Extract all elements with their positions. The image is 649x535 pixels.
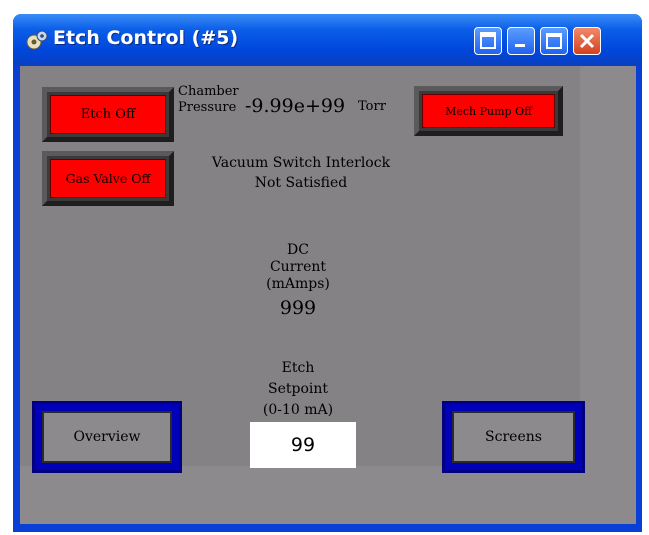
overview-button[interactable]: Overview: [32, 401, 182, 473]
dc-current-label: DC Current (mAmps): [266, 242, 330, 292]
chamber-pressure-label: Chamber Pressure: [178, 84, 239, 115]
chamber-pressure-value: -9.99e+99: [245, 95, 346, 117]
vacuum-interlock-status: Vacuum Switch Interlock Not Satisfied: [211, 155, 391, 191]
app-window: Etch Control (#5) Etch Off Gas Valve Off…: [13, 14, 642, 532]
maximize-button[interactable]: [540, 27, 568, 55]
etch-setpoint-label: Etch Setpoint (0-10 mA): [262, 360, 334, 418]
close-button[interactable]: [573, 27, 601, 55]
overview-label: Overview: [42, 411, 172, 463]
etch-off-label: Etch Off: [50, 95, 166, 134]
close-icon: [579, 33, 595, 49]
mech-pump-off-button[interactable]: Mech Pump Off: [414, 86, 563, 136]
control-panel: Etch Off Gas Valve Off Mech Pump Off Cha…: [20, 66, 585, 473]
gas-valve-off-button[interactable]: Gas Valve Off: [42, 151, 174, 206]
pressure-unit: Torr: [358, 99, 386, 114]
client-area: Etch Off Gas Valve Off Mech Pump Off Cha…: [20, 66, 636, 524]
maximize-icon: [546, 33, 562, 49]
dc-current-value: 999: [279, 297, 317, 319]
mech-pump-off-label: Mech Pump Off: [422, 94, 555, 128]
screens-label: Screens: [452, 411, 575, 463]
etch-setpoint-input[interactable]: 99: [250, 422, 356, 468]
minimize-icon: [515, 44, 525, 47]
minimize-button[interactable]: [507, 27, 535, 55]
screens-button[interactable]: Screens: [442, 401, 585, 473]
window-title: Etch Control (#5): [53, 27, 239, 49]
app-gear-icon: [26, 30, 48, 50]
etch-off-button[interactable]: Etch Off: [42, 87, 174, 142]
restore-icon[interactable]: [474, 27, 502, 55]
title-bar[interactable]: Etch Control (#5): [13, 14, 642, 66]
gas-valve-off-label: Gas Valve Off: [50, 159, 166, 198]
